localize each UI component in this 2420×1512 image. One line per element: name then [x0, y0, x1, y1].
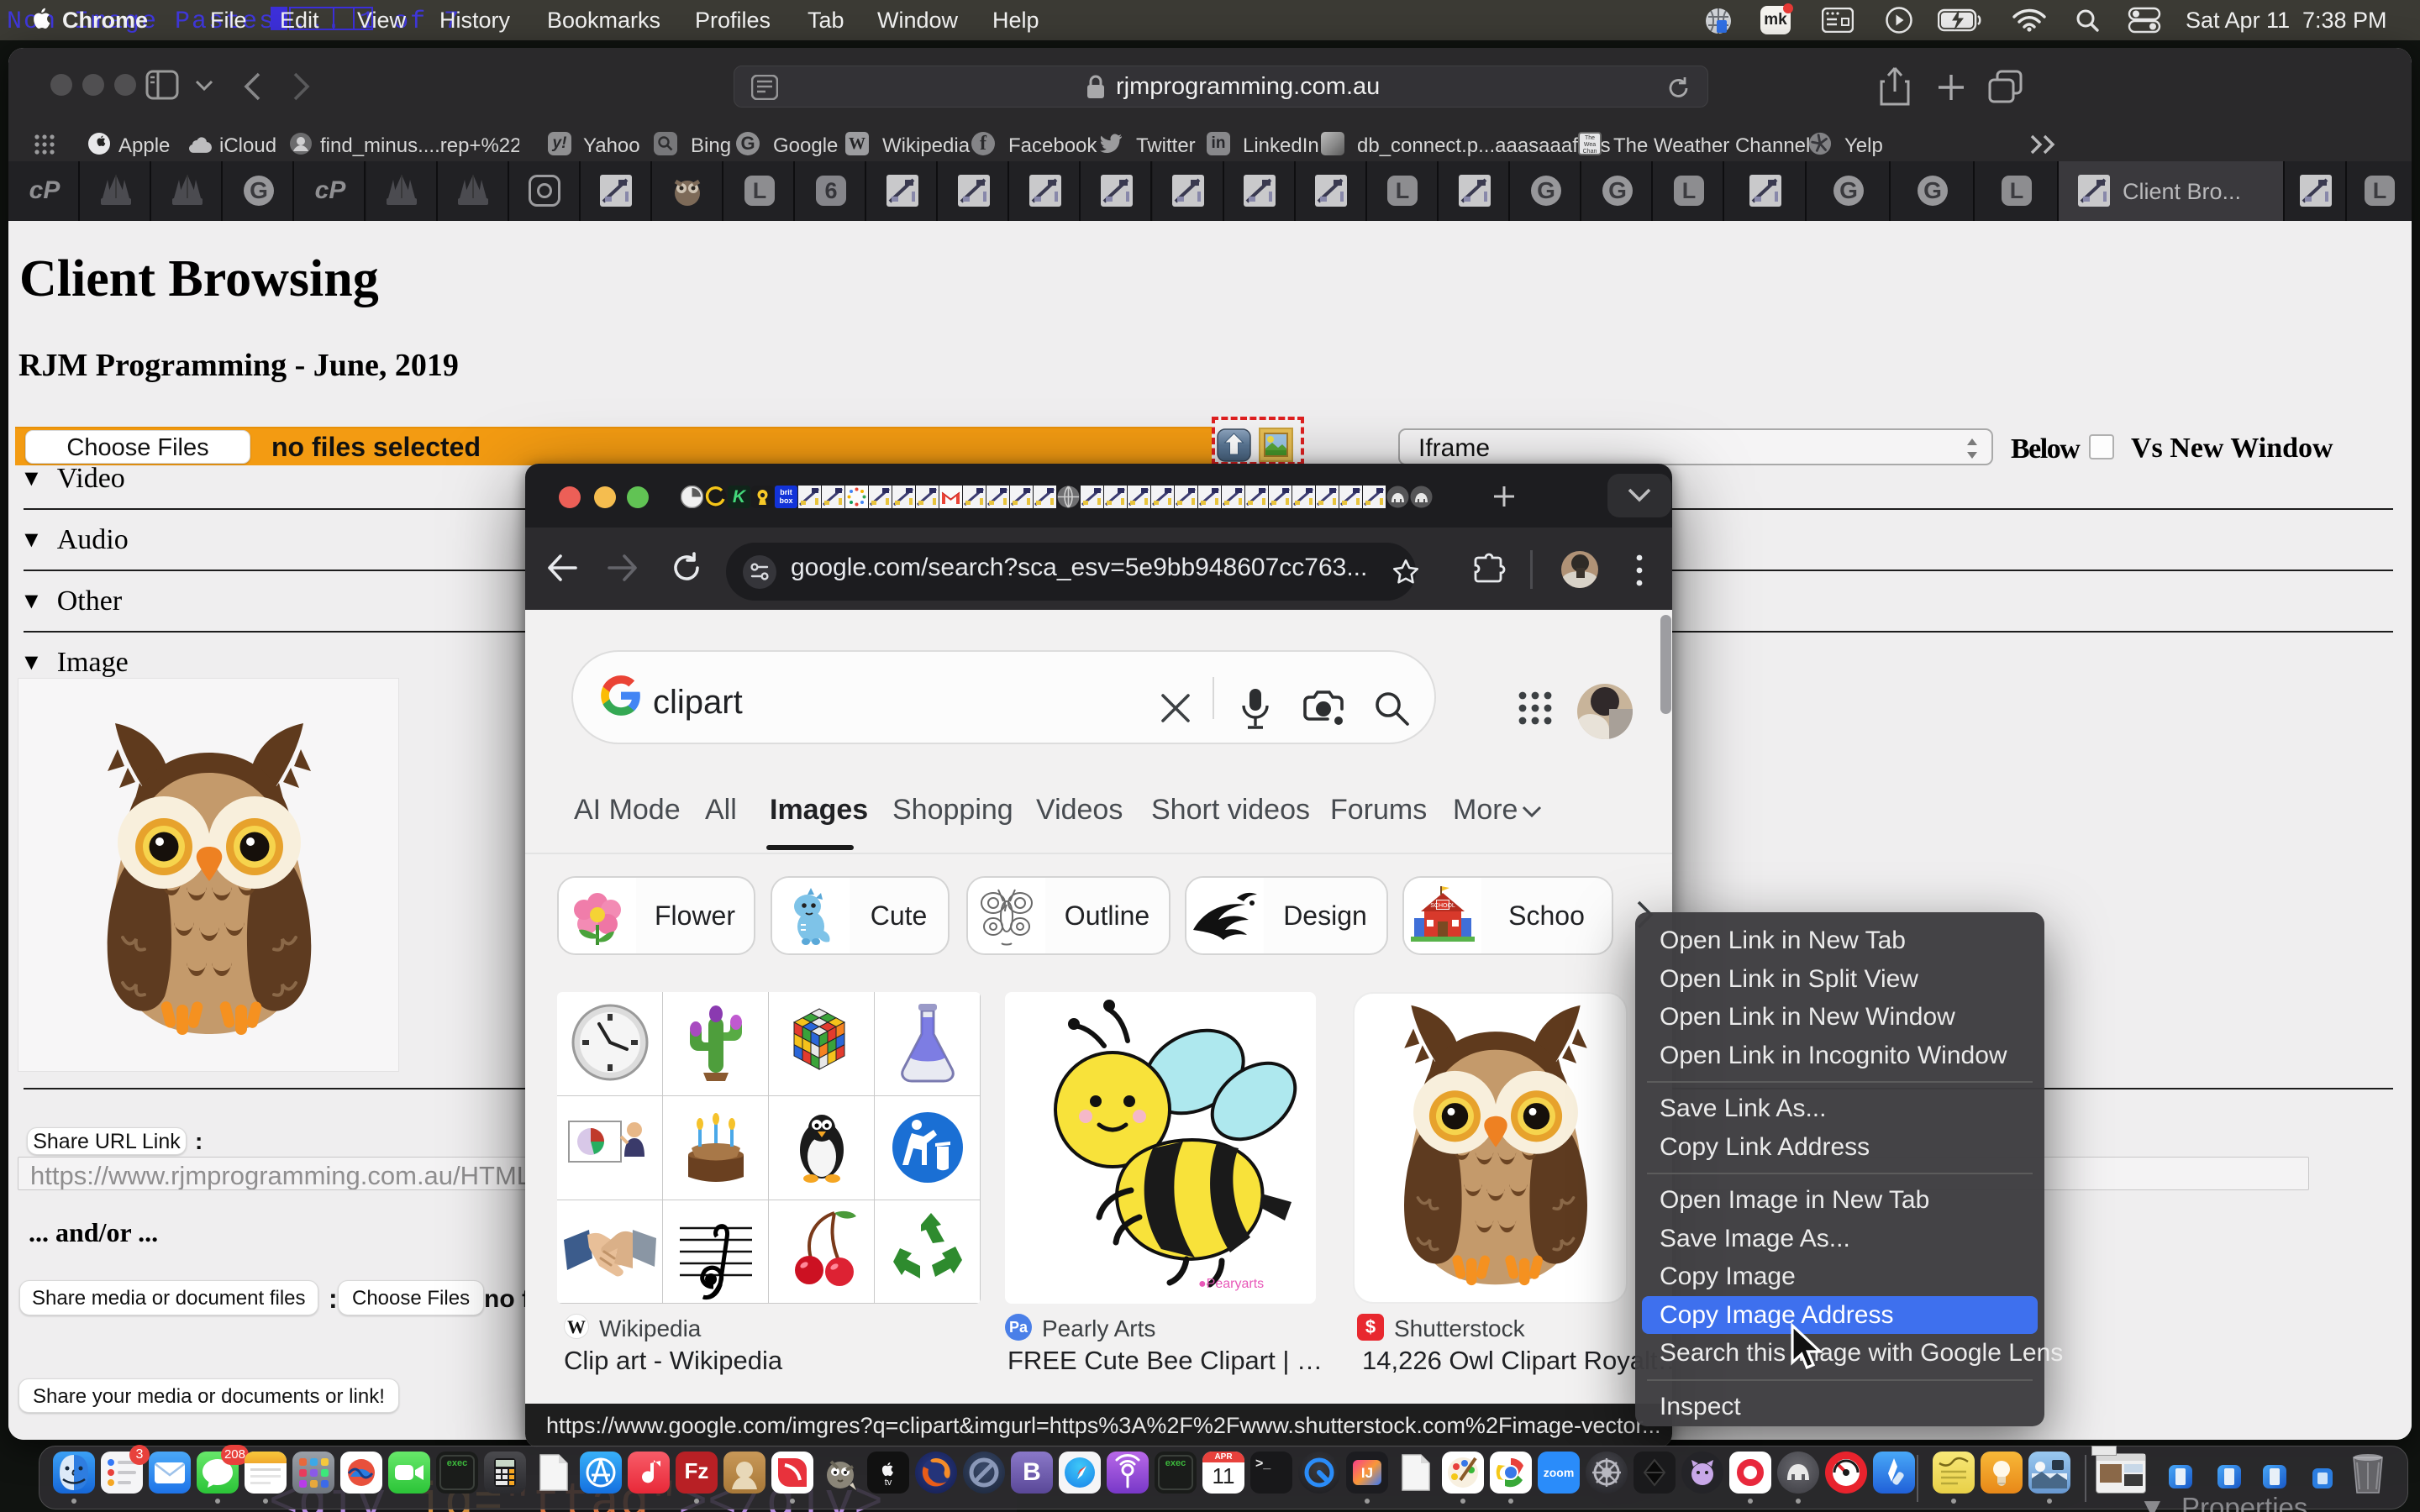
svg-text:SCHOOL: SCHOOL: [1430, 903, 1455, 909]
svg-text:●Pearyarts: ●Pearyarts: [1198, 1277, 1264, 1291]
svg-text:tv: tv: [885, 1478, 892, 1488]
